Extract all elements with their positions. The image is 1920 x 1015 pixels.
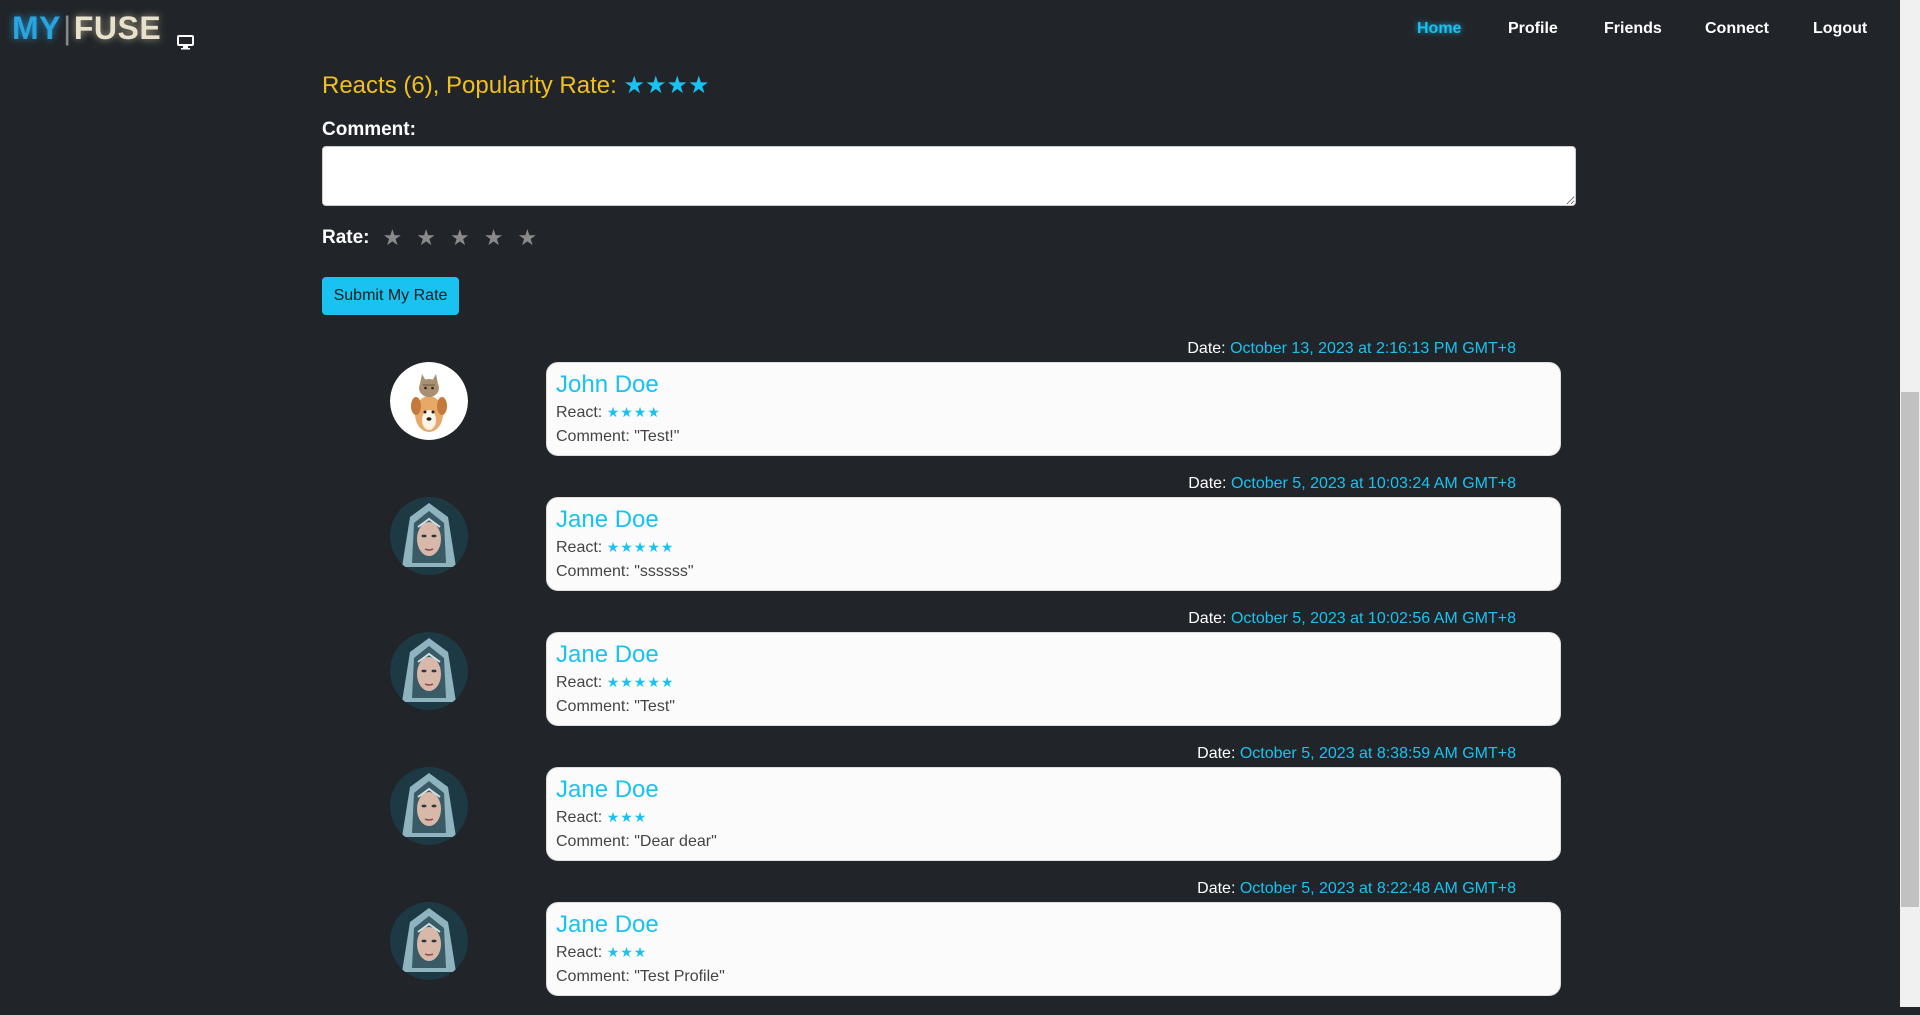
review-comment: Comment: "ssssss"	[556, 563, 694, 580]
monitor-icon	[177, 21, 195, 49]
nav-connect[interactable]: Connect	[1705, 20, 1769, 38]
rate-star-1[interactable]: ★	[383, 225, 403, 251]
review-date: Date: October 5, 2023 at 8:22:48 AM GMT+…	[1197, 880, 1516, 898]
review-date: Date: October 5, 2023 at 10:03:24 AM GMT…	[1188, 475, 1516, 493]
brand-logo[interactable]: MY | FUSE	[12, 10, 195, 49]
review-card: Jane Doe React: ★★★ Comment: "Dear dear"	[546, 767, 1561, 861]
react-stars: ★★★★★	[606, 539, 675, 555]
nav-logout[interactable]: Logout	[1813, 20, 1867, 38]
review-card: John Doe React: ★★★★ Comment: "Test!"	[546, 362, 1561, 456]
reviewer-name[interactable]: John Doe	[556, 371, 659, 399]
nav-profile[interactable]: Profile	[1508, 20, 1558, 38]
brand-my: MY	[12, 10, 61, 46]
review-react: React: ★★★	[556, 809, 647, 827]
rate-star-5[interactable]: ★	[517, 225, 537, 251]
review-item: Date: October 5, 2023 at 8:22:48 AM GMT+…	[322, 880, 1576, 1015]
review-item: Date: October 13, 2023 at 2:16:13 PM GMT…	[322, 340, 1576, 475]
react-stars: ★★★	[606, 944, 648, 960]
scrollbar-thumb[interactable]	[1901, 392, 1919, 907]
review-react: React: ★★★	[556, 944, 647, 962]
review-react: React: ★★★★★	[556, 539, 674, 557]
reviewer-name[interactable]: Jane Doe	[556, 911, 659, 939]
review-react: React: ★★★★★	[556, 674, 674, 692]
react-stars: ★★★	[606, 809, 648, 825]
nav-friends[interactable]: Friends	[1604, 20, 1662, 38]
rate-star-2[interactable]: ★	[416, 225, 436, 251]
comment-input[interactable]	[322, 146, 1576, 206]
date-label: Date:	[1197, 745, 1236, 762]
react-label: React:	[556, 944, 603, 961]
warrior-woman-avatar[interactable]	[390, 497, 468, 575]
dog-cat-avatar[interactable]	[390, 362, 468, 440]
popularity-summary: Reacts (6), Popularity Rate: ★★★★	[322, 71, 710, 100]
comment-label: Comment:	[322, 119, 416, 140]
date-value: October 5, 2023 at 8:38:59 AM GMT+8	[1239, 745, 1516, 762]
review-card: Jane Doe React: ★★★ Comment: "Test Profi…	[546, 902, 1561, 996]
review-item: Date: October 5, 2023 at 10:03:24 AM GMT…	[322, 475, 1576, 610]
popularity-stars: ★★★★	[623, 72, 710, 99]
review-react: React: ★★★★	[556, 404, 661, 422]
date-label: Date:	[1187, 340, 1226, 357]
review-card: Jane Doe React: ★★★★★ Comment: "ssssss"	[546, 497, 1561, 591]
review-card: Jane Doe React: ★★★★★ Comment: "Test"	[546, 632, 1561, 726]
review-item: Date: October 5, 2023 at 10:02:56 AM GMT…	[322, 610, 1576, 745]
date-label: Date:	[1188, 610, 1227, 627]
warrior-woman-avatar[interactable]	[390, 902, 468, 980]
react-label: React:	[556, 674, 603, 691]
review-date: Date: October 5, 2023 at 10:02:56 AM GMT…	[1188, 610, 1516, 628]
navbar: MY | FUSE Home Profile Friends Connect L…	[0, 0, 1900, 62]
review-date: Date: October 13, 2023 at 2:16:13 PM GMT…	[1187, 340, 1516, 358]
react-stars: ★★★★	[606, 404, 661, 420]
review-comment: Comment: "Dear dear"	[556, 833, 717, 850]
date-value: October 5, 2023 at 10:02:56 AM GMT+8	[1230, 610, 1516, 627]
reviewer-name[interactable]: Jane Doe	[556, 776, 659, 804]
date-label: Date:	[1197, 880, 1236, 897]
review-date: Date: October 5, 2023 at 8:38:59 AM GMT+…	[1197, 745, 1516, 763]
brand-fuse: FUSE	[73, 10, 162, 46]
reviewer-name[interactable]: Jane Doe	[556, 506, 659, 534]
reviewer-name[interactable]: Jane Doe	[556, 641, 659, 669]
rate-label: Rate:	[322, 227, 370, 248]
submit-rate-button[interactable]: Submit My Rate	[322, 277, 459, 315]
rate-star-3[interactable]: ★	[450, 225, 470, 251]
nav-home[interactable]: Home	[1417, 20, 1461, 38]
review-comment: Comment: "Test Profile"	[556, 968, 725, 985]
warrior-woman-avatar[interactable]	[390, 767, 468, 845]
review-comment: Comment: "Test!"	[556, 428, 680, 445]
date-value: October 5, 2023 at 8:22:48 AM GMT+8	[1239, 880, 1516, 897]
rate-star-4[interactable]: ★	[484, 225, 504, 251]
react-label: React:	[556, 809, 603, 826]
rate-row: Rate: ★ ★ ★ ★ ★	[322, 225, 544, 251]
warrior-woman-avatar[interactable]	[390, 632, 468, 710]
reacts-popularity-text: Reacts (6), Popularity Rate:	[322, 72, 617, 99]
react-label: React:	[556, 404, 603, 421]
date-value: October 5, 2023 at 10:03:24 AM GMT+8	[1230, 475, 1516, 492]
react-label: React:	[556, 539, 603, 556]
review-comment: Comment: "Test"	[556, 698, 675, 715]
react-stars: ★★★★★	[606, 674, 675, 690]
review-item: Date: October 5, 2023 at 8:38:59 AM GMT+…	[322, 745, 1576, 880]
date-label: Date:	[1188, 475, 1227, 492]
date-value: October 13, 2023 at 2:16:13 PM GMT+8	[1230, 340, 1516, 357]
brand-separator: |	[63, 10, 72, 46]
